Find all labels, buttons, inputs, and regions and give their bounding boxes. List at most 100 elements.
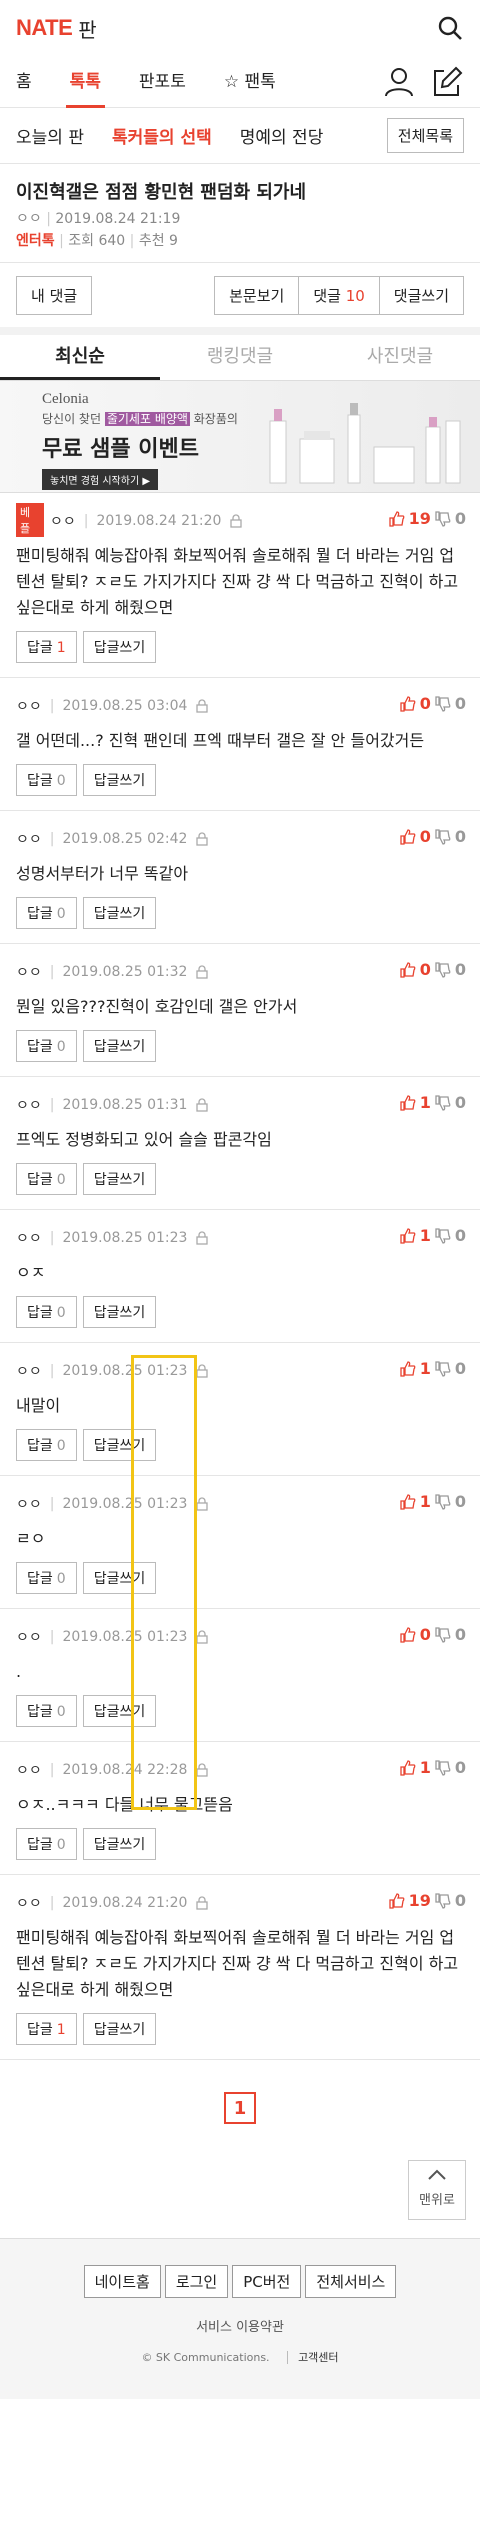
nate-logo[interactable]: NATE — [16, 15, 73, 41]
subnav-hall-of-fame[interactable]: 명예의 전당 — [240, 123, 324, 148]
my-comments-button[interactable]: 내 댓글 — [16, 275, 93, 315]
lock-icon — [196, 1231, 209, 1245]
downvote-count: 0 — [454, 1625, 466, 1644]
thumbs-up-icon[interactable] — [400, 1759, 416, 1776]
subnav-talkers-choice[interactable]: 톡커들의 선택 — [112, 123, 212, 148]
replies-button[interactable]: 답글 1 — [16, 2013, 77, 2045]
replies-label: 답글 — [27, 1438, 53, 1454]
thumbs-up-icon[interactable] — [400, 828, 416, 845]
user-icon[interactable] — [382, 65, 416, 99]
page-1-button[interactable]: 1 — [224, 2092, 256, 2124]
replies-button[interactable]: 답글 0 — [16, 1163, 77, 1195]
tab-photo-comments[interactable]: 사진댓글 — [320, 335, 480, 380]
tab-toktok[interactable]: 톡톡 — [65, 56, 106, 108]
to-top-button[interactable]: 맨위로 — [408, 2160, 466, 2220]
write-reply-button[interactable]: 답글쓰기 — [82, 631, 157, 663]
comment-item: ㅇㅇ | 2019.08.25 01:31 1 0 프엑도 정병화되고 있어 슬… — [0, 1077, 480, 1210]
post-category[interactable]: 엔터톡 — [16, 233, 55, 249]
downvote-count: 0 — [454, 509, 466, 528]
write-reply-button[interactable]: 답글쓰기 — [82, 2013, 157, 2045]
comment-author: ㅇㅇ — [16, 1098, 42, 1114]
write-comment-button[interactable]: 댓글쓰기 — [379, 275, 464, 315]
thumbs-down-icon[interactable] — [435, 961, 451, 978]
tab-fantalk[interactable]: ☆ 팬톡 — [224, 56, 276, 108]
comment-author: ㅇㅇ — [16, 1630, 42, 1646]
thumbs-down-icon[interactable] — [435, 510, 451, 527]
cosmetic-bottles-image — [269, 403, 461, 484]
tab-latest[interactable]: 최신순 — [0, 335, 160, 380]
comment-author: ㅇㅇ — [16, 1763, 42, 1779]
write-reply-button[interactable]: 답글쓰기 — [82, 1030, 157, 1062]
replies-button[interactable]: 답글 0 — [16, 897, 77, 929]
view-post-button[interactable]: 본문보기 — [214, 275, 300, 315]
tab-ranking[interactable]: 랭킹댓글 — [160, 335, 320, 380]
replies-button[interactable]: 답글 0 — [16, 1296, 77, 1328]
thumbs-down-icon[interactable] — [435, 1892, 451, 1909]
thumbs-up-icon[interactable] — [400, 1626, 416, 1643]
thumbs-down-icon[interactable] — [435, 828, 451, 845]
footer-nate-home[interactable]: 네이트홈 — [83, 2265, 161, 2298]
thumbs-up-icon[interactable] — [400, 1493, 416, 1510]
write-icon[interactable] — [430, 65, 464, 99]
search-icon[interactable] — [436, 14, 464, 42]
terms-link[interactable]: 서비스 이용약관 — [0, 2316, 480, 2335]
tab-home[interactable]: 홈 — [16, 56, 32, 108]
write-reply-button[interactable]: 답글쓰기 — [82, 897, 157, 929]
footer-login[interactable]: 로그인 — [164, 2265, 229, 2298]
full-list-button[interactable]: 전체목록 — [386, 118, 464, 153]
lock-icon — [196, 1763, 209, 1777]
thumbs-up-icon[interactable] — [388, 1892, 405, 1909]
ad-banner[interactable]: Celonia 당신이 찾던 줄기세포 배양액 화장품의 무료 샘플 이벤트 놓… — [0, 381, 480, 493]
to-top-label: 맨위로 — [419, 2193, 455, 2208]
thumbs-up-icon[interactable] — [400, 1227, 416, 1244]
write-reply-button[interactable]: 답글쓰기 — [82, 1695, 157, 1727]
nate-pan-logo[interactable]: NATE 판 — [16, 14, 97, 43]
thumbs-up-icon[interactable] — [400, 1094, 416, 1111]
comment-date: 2019.08.25 01:32 — [62, 964, 188, 980]
customer-center-link[interactable]: 고객센터 — [287, 2351, 339, 2364]
replies-button[interactable]: 답글 0 — [16, 1562, 77, 1594]
write-reply-button[interactable]: 답글쓰기 — [82, 1163, 157, 1195]
write-reply-button[interactable]: 답글쓰기 — [82, 1828, 157, 1860]
write-reply-button[interactable]: 답글쓰기 — [82, 1562, 157, 1594]
upvote-count: 1 — [419, 1492, 431, 1511]
thumbs-down-icon[interactable] — [435, 1360, 451, 1377]
replies-button[interactable]: 답글 0 — [16, 1695, 77, 1727]
upvote-count: 0 — [419, 827, 431, 846]
comment-meta: ㅇㅇ | 2019.08.24 22:28 — [16, 1758, 464, 1782]
downvote-count: 0 — [454, 1093, 466, 1112]
comment-body: . — [16, 1662, 22, 1681]
footer-all-services[interactable]: 전체서비스 — [305, 2265, 397, 2298]
thumbs-up-icon[interactable] — [400, 1360, 416, 1377]
thumbs-up-icon[interactable] — [400, 961, 416, 978]
comment-author: ㅇㅇ — [16, 1231, 42, 1247]
footer-pc-version[interactable]: PC버전 — [232, 2265, 302, 2298]
comment-date: 2019.08.24 21:20 — [96, 513, 222, 529]
comment-item: ㅇㅇ | 2019.08.25 01:23 0 0 . 답글 0 답글쓰기 — [0, 1609, 480, 1742]
comment-sort-tabs: 최신순 랭킹댓글 사진댓글 — [0, 335, 480, 381]
downvote-count: 0 — [454, 1492, 466, 1511]
replies-button[interactable]: 답글 1 — [16, 631, 77, 663]
replies-label: 답글 — [27, 906, 53, 922]
replies-button[interactable]: 답글 0 — [16, 1429, 77, 1461]
tab-pan-photo[interactable]: 판포토 — [139, 56, 186, 108]
subnav-today[interactable]: 오늘의 판 — [16, 123, 84, 148]
replies-button[interactable]: 답글 0 — [16, 1828, 77, 1860]
write-reply-button[interactable]: 답글쓰기 — [82, 1296, 157, 1328]
thumbs-up-icon[interactable] — [400, 695, 416, 712]
thumbs-up-icon[interactable] — [388, 510, 405, 527]
comments-count-button[interactable]: 댓글 10 — [299, 275, 380, 315]
replies-button[interactable]: 답글 0 — [16, 764, 77, 796]
pan-logo[interactable]: 판 — [78, 14, 96, 43]
replies-button[interactable]: 답글 0 — [16, 1030, 77, 1062]
ad-cta[interactable]: 놓치면 경험 시작하기 ▶ — [42, 469, 159, 490]
thumbs-down-icon[interactable] — [435, 695, 451, 712]
thumbs-down-icon[interactable] — [435, 1094, 451, 1111]
thumbs-down-icon[interactable] — [435, 1626, 451, 1643]
write-reply-button[interactable]: 답글쓰기 — [82, 764, 157, 796]
thumbs-down-icon[interactable] — [435, 1759, 451, 1776]
thumbs-down-icon[interactable] — [435, 1227, 451, 1244]
write-reply-button[interactable]: 답글쓰기 — [82, 1429, 157, 1461]
thumbs-down-icon[interactable] — [435, 1493, 451, 1510]
upvote-count: 0 — [419, 960, 431, 979]
